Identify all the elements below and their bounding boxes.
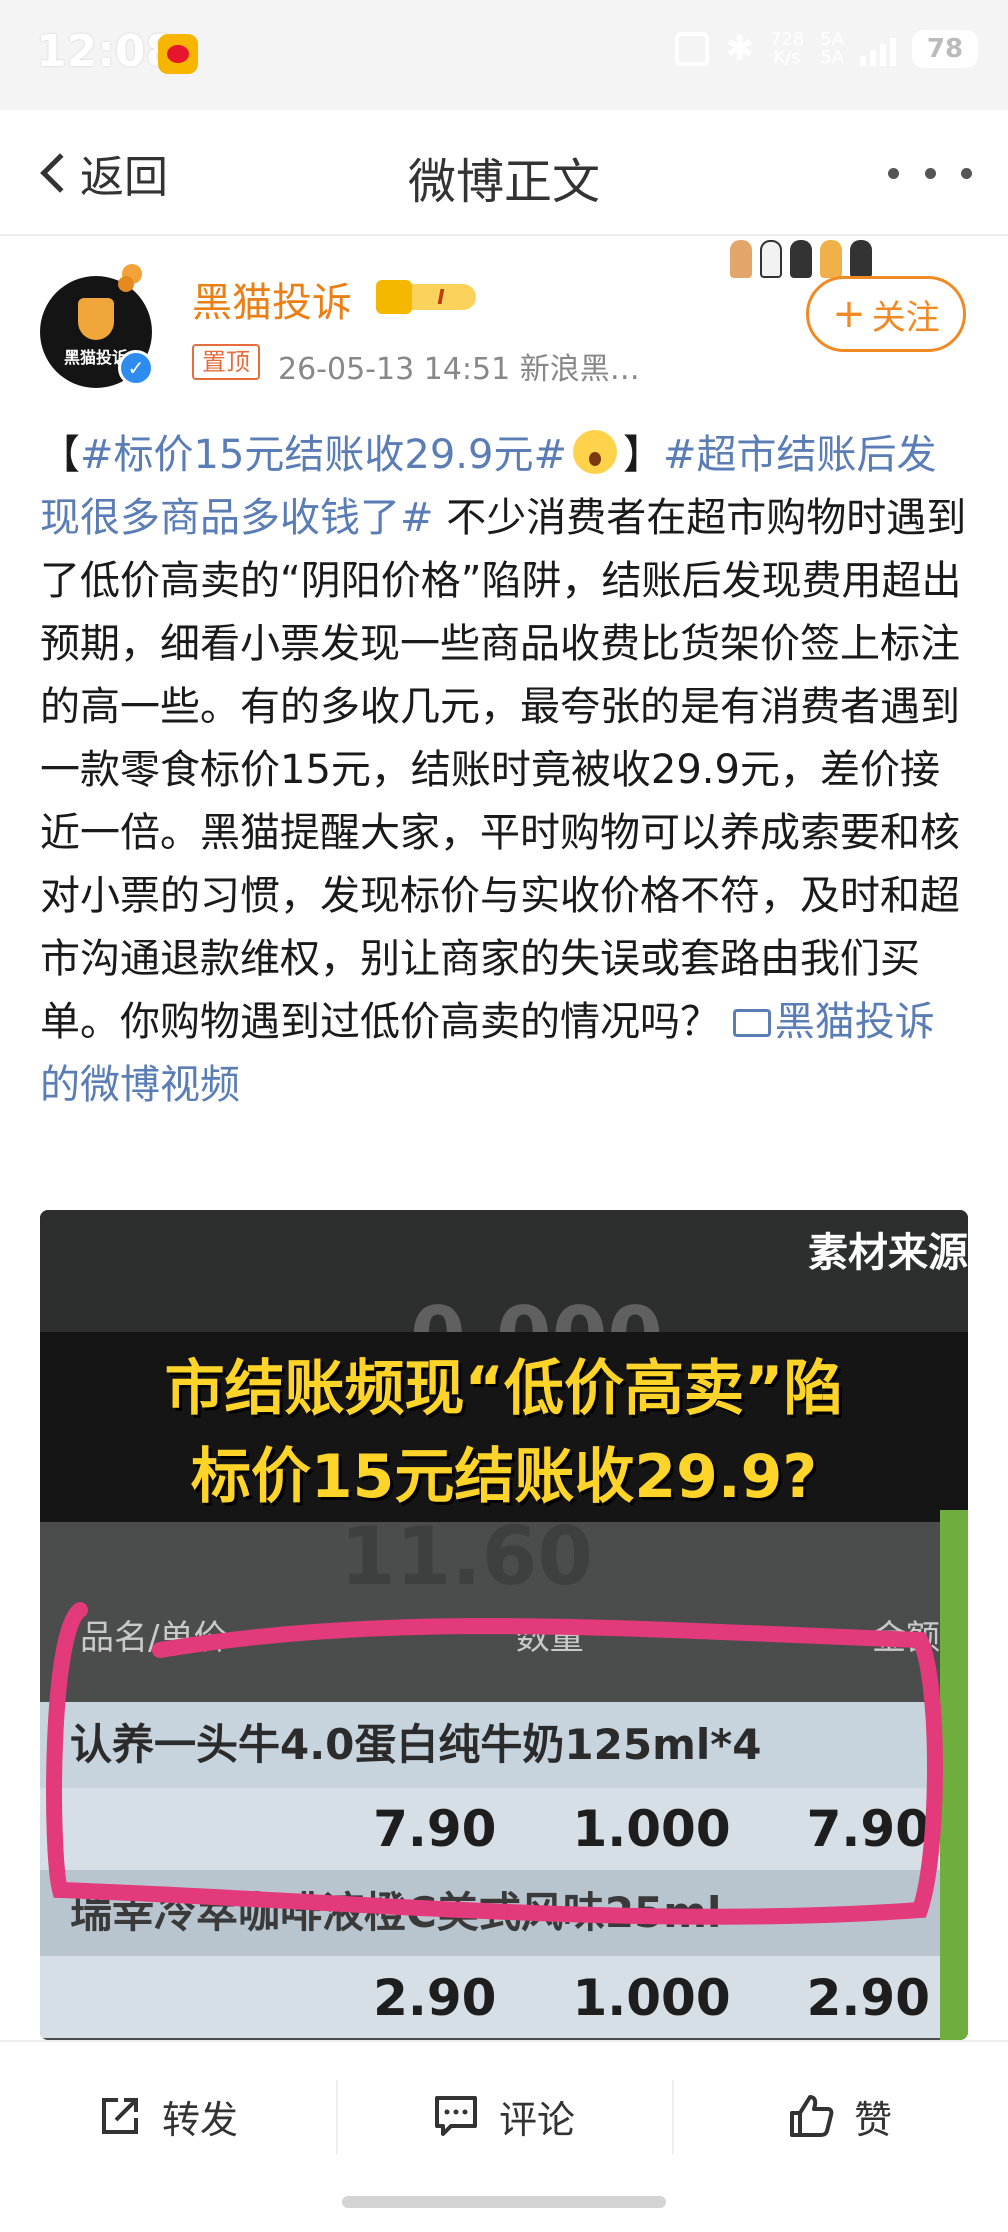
follow-button[interactable]: + 关注: [806, 276, 966, 352]
comment-button[interactable]: 评论: [336, 2042, 672, 2190]
avatar-decoration-icon: [118, 264, 142, 292]
follow-label: 关注: [871, 297, 940, 338]
author-name[interactable]: 黑猫投诉: [192, 270, 352, 328]
crown-icon: [376, 280, 412, 314]
bracket-open: 【: [40, 432, 80, 478]
post-meta: 26-05-13 14:51 新浪黑…: [278, 352, 640, 387]
bracket-close: 】: [623, 432, 663, 478]
network-speed: 728 K/s: [770, 31, 804, 67]
video-camera-icon: [732, 1009, 771, 1037]
post-body: 【#标价15元结账收29.9元# 】#超市结账后发现很多商品多收钱了# 不少消费者…: [40, 424, 968, 1117]
battery-icon: 78: [912, 30, 978, 68]
comment-label: 评论: [498, 2097, 575, 2142]
highlight-marker: [46, 1602, 943, 1925]
dot-icon: [888, 167, 899, 179]
more-options-button[interactable]: [888, 156, 972, 190]
member-level: I: [406, 284, 476, 310]
dot-icon: [961, 167, 972, 179]
page-title: 微博正文: [407, 154, 600, 210]
bluetooth-icon: ✱: [725, 29, 754, 69]
action-bar: 转发 评论 赞: [0, 2040, 1008, 2190]
shocked-emoji-icon: [573, 430, 617, 474]
like-label: 赞: [853, 2097, 892, 2142]
plus-icon: +: [832, 291, 866, 337]
comment-icon: [434, 2096, 477, 2136]
signal-labels: 5A 5A: [820, 31, 844, 67]
video-player[interactable]: 0.000 素材来源 市结账频现“低价高卖”陷 标价15元结账收29.9? 11…: [40, 1210, 968, 2040]
pinned-badge: 置顶: [192, 344, 260, 380]
signal-icon: [860, 32, 896, 66]
repost-button[interactable]: 转发: [0, 2042, 336, 2190]
repost-label: 转发: [161, 2097, 238, 2142]
dot-icon: [924, 167, 936, 179]
status-icons: ✱ 728 K/s 5A 5A 78: [675, 30, 978, 68]
weibo-app-icon: [158, 34, 198, 74]
verified-badge-icon: ✓: [118, 350, 154, 386]
signal-label-2: 5A: [820, 47, 844, 68]
share-icon: [101, 2098, 138, 2134]
home-indicator[interactable]: [342, 2196, 666, 2208]
topic-link-price[interactable]: #标价15元结账收29.9元#: [80, 432, 567, 478]
nfc-icon: [675, 32, 710, 66]
author-row: 黑猫投诉 ✓ 黑猫投诉 I 置顶 26-05-13 14:51 新浪黑… + 关…: [0, 240, 1008, 400]
thumbs-up-icon: [789, 2095, 834, 2137]
status-time: 12:08: [36, 26, 177, 77]
like-button[interactable]: 赞: [672, 2042, 1008, 2190]
nav-bar: 返回 微博正文: [0, 110, 1008, 236]
cat-paws-decoration: [730, 240, 940, 280]
status-bar: 12:08 ✱ 728 K/s 5A 5A 78: [0, 0, 1008, 110]
post-text: 不少消费者在超市购物时遇到了低价高卖的“阴阳价格”陷阱，结账后发现费用超出预期，…: [40, 495, 967, 1045]
black-cat-logo-icon: [78, 298, 114, 340]
network-speed-unit: K/s: [773, 47, 801, 68]
member-badge[interactable]: I: [376, 280, 480, 314]
